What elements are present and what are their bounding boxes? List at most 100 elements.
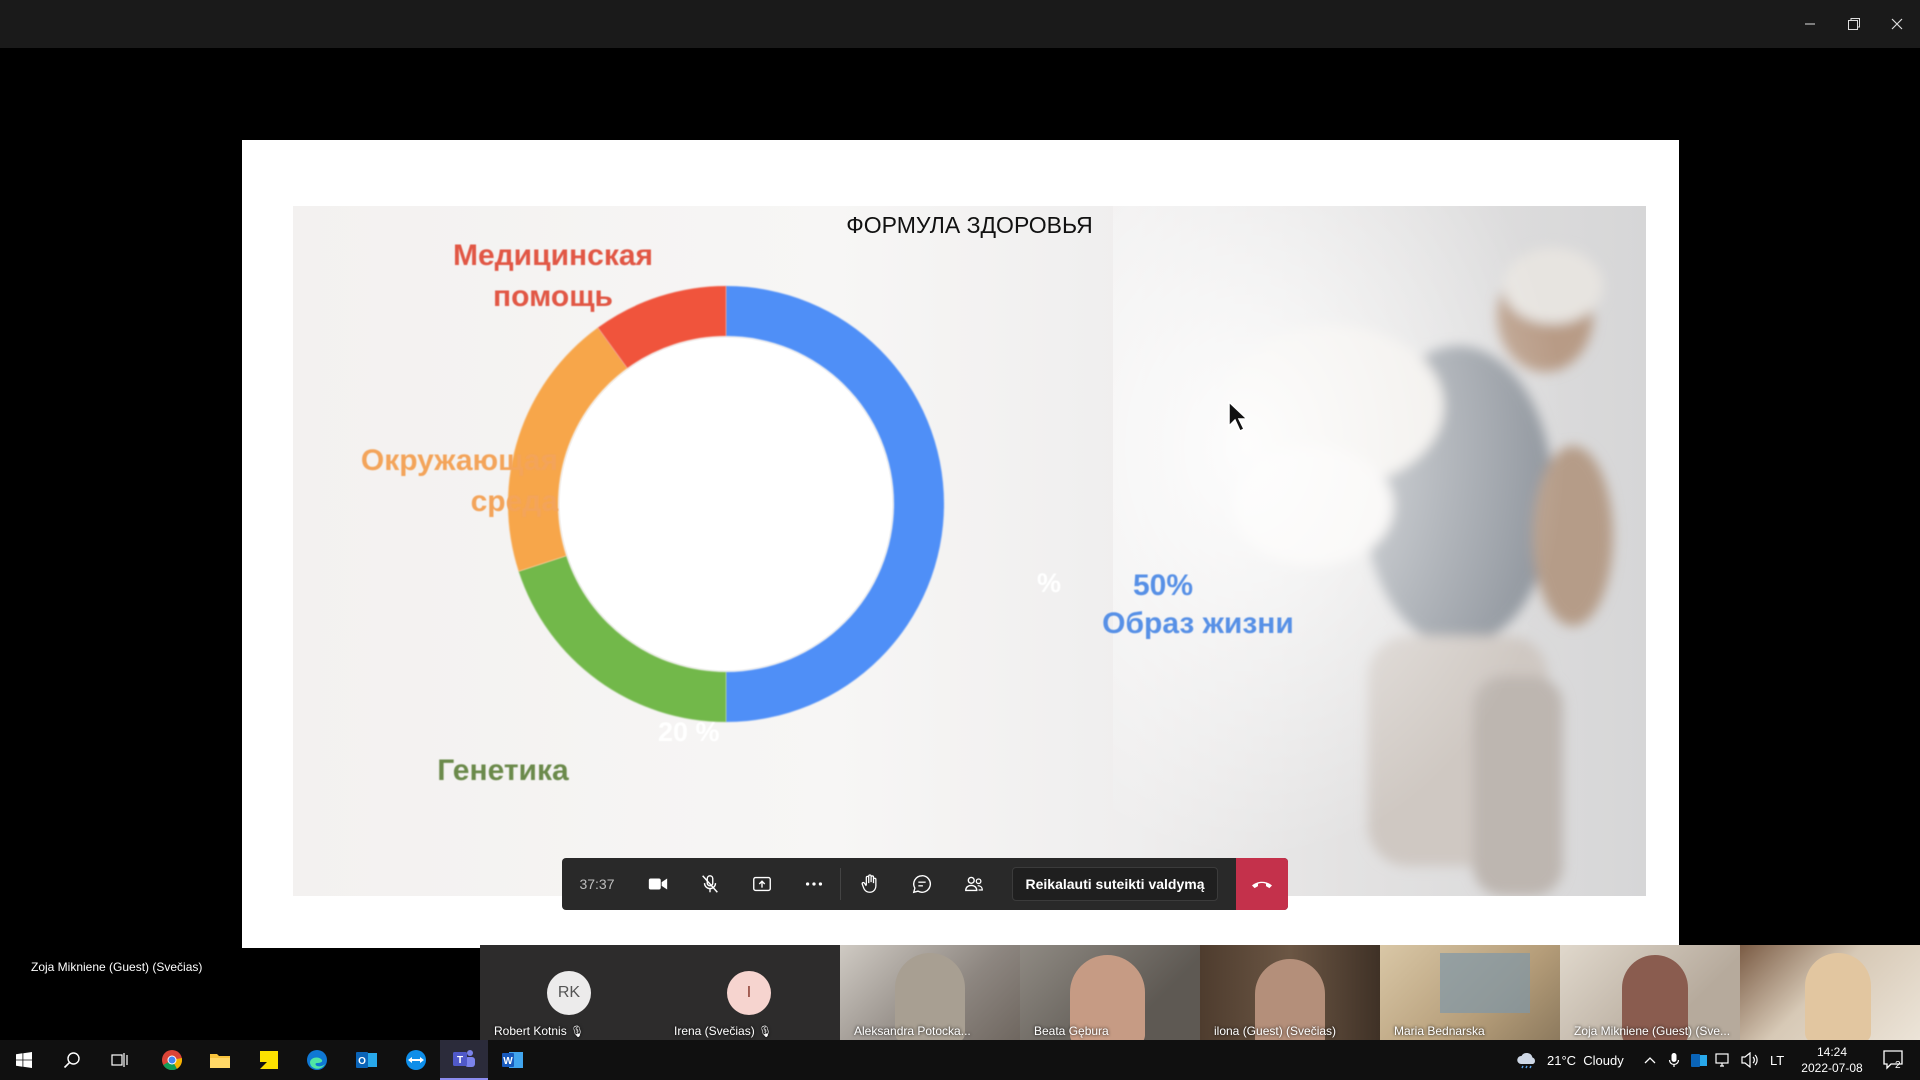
participant-video-tile[interactable]: Maria Bednarska [1380, 945, 1560, 1040]
notification-count: 2 [1895, 1060, 1901, 1071]
slide-title: ФОРМУЛА ЗДОРОВЬЯ [846, 212, 1093, 238]
taskbar-file-explorer[interactable] [196, 1040, 244, 1080]
more-actions-button[interactable] [788, 858, 840, 910]
raise-hand-button[interactable] [844, 858, 896, 910]
presenter-name: Zoja Mikniene (Guest) (Svečias) [31, 960, 203, 974]
ring-label-medical: 10 % [720, 347, 782, 377]
outlook-icon [1691, 1053, 1707, 1067]
folder-icon [210, 1054, 230, 1068]
share-screen-button[interactable] [736, 858, 788, 910]
search-icon [63, 1052, 80, 1069]
health-formula-donut-chart [508, 286, 944, 722]
participant-tile[interactable]: I Irena (Svečias) 🎙︎ [660, 945, 840, 1040]
participant-gallery: RK Robert Kotnis 🎙︎ I Irena (Svečias) 🎙︎… [480, 945, 1920, 1040]
participant-video-tile[interactable]: Aleksandra Potocka... [840, 945, 1020, 1040]
svg-text:W: W [503, 1056, 513, 1067]
network-icon [1715, 1053, 1729, 1067]
participant-name: Zoja Mikniene (Guest) (Sve... [1574, 1024, 1731, 1038]
participant-name: Maria Bednarska [1394, 1024, 1485, 1038]
more-icon [805, 882, 823, 886]
outlook-icon: O [356, 1052, 377, 1068]
mouse-cursor-icon [1228, 401, 1249, 433]
participant-name: Aleksandra Potocka... [854, 1024, 971, 1038]
hang-up-icon [1252, 881, 1272, 889]
microphone-icon [1668, 1053, 1680, 1067]
teams-icon: T [453, 1050, 475, 1067]
participants-button[interactable] [948, 858, 1000, 910]
start-button[interactable] [0, 1040, 48, 1080]
clock-date: 2022-07-08 [1801, 1061, 1863, 1075]
task-view-icon [111, 1053, 128, 1067]
request-control-button[interactable]: Reikalauti suteikti valdymą [1012, 867, 1218, 901]
sticky-notes-icon [260, 1051, 278, 1069]
clock[interactable]: 14:24 2022-07-08 [1801, 1040, 1863, 1080]
microphone-button[interactable] [684, 858, 736, 910]
label-genetics: Генетика [437, 754, 569, 787]
ring-label-genetics: 20 % [658, 717, 720, 747]
chevron-up-icon [1644, 1057, 1656, 1064]
show-hidden-icons-button[interactable] [1644, 1040, 1656, 1080]
participant-video-tile[interactable]: Zoja Mikniene (Guest) (Sve... [1560, 945, 1740, 1040]
taskbar-word[interactable]: W [489, 1040, 537, 1080]
search-button[interactable] [48, 1040, 96, 1080]
close-button[interactable] [1874, 0, 1920, 48]
windows-taskbar: O T W 21°C Cloudy LT 14:24 2022-07-08 2 [0, 1040, 1920, 1080]
avatar: RK [547, 971, 591, 1015]
edge-icon [307, 1050, 327, 1070]
meeting-timer: 37:37 [579, 876, 615, 892]
weather-widget[interactable]: 21°C Cloudy [1515, 1040, 1624, 1080]
network-tray[interactable] [1714, 1040, 1732, 1080]
participant-video-tile[interactable]: Beata Gębura [1020, 945, 1200, 1040]
chat-button[interactable] [896, 858, 948, 910]
chrome-icon [162, 1050, 183, 1071]
taskbar-outlook[interactable]: O [343, 1040, 391, 1080]
meeting-control-bar: 37:37 Reikalauti suteikti valdymą [562, 858, 1288, 910]
restore-icon [1848, 18, 1860, 30]
chat-icon [912, 875, 931, 894]
taskbar-teams[interactable]: T [440, 1040, 488, 1080]
task-view-button[interactable] [96, 1040, 144, 1080]
participant-video [1805, 953, 1871, 1040]
minimize-icon [1805, 23, 1815, 25]
minimize-button[interactable] [1787, 0, 1833, 48]
volume-tray[interactable] [1741, 1040, 1759, 1080]
outlook-tray[interactable] [1691, 1040, 1707, 1080]
word-icon: W [502, 1052, 523, 1068]
camera-button[interactable] [632, 858, 684, 910]
label-medical: Медицинская помощь [452, 239, 654, 313]
teamviewer-icon [406, 1050, 426, 1070]
microphone-muted-icon: 🎙︎ [570, 1026, 585, 1038]
taskbar-chrome[interactable] [148, 1040, 196, 1080]
participant-name: ilona (Guest) (Svečias) [1214, 1024, 1337, 1038]
input-language[interactable]: LT [1770, 1040, 1784, 1080]
shared-slide: ФОРМУЛА ЗДОРОВЬЯ Медицинская помощь Окру… [242, 140, 1679, 948]
taskbar-edge[interactable] [293, 1040, 341, 1080]
cloud-rain-icon [1517, 1053, 1535, 1069]
microphone-tray[interactable] [1668, 1040, 1680, 1080]
slide-image: ФОРМУЛА ЗДОРОВЬЯ Медицинская помощь Окру… [293, 206, 1646, 896]
microphone-muted-icon [702, 875, 718, 893]
svg-text:T: T [457, 1055, 463, 1066]
participant-tile[interactable]: RK Robert Kotnis 🎙︎ [480, 945, 660, 1040]
participant-name: Irena (Svečias) 🎙︎ [674, 1024, 773, 1038]
restore-button[interactable] [1831, 0, 1877, 48]
avatar: I [727, 971, 771, 1015]
share-screen-icon [753, 876, 771, 892]
weather-text: 21°C Cloudy [1547, 1052, 1624, 1068]
participant-video-tile[interactable]: ilona (Guest) (Svečias) [1200, 945, 1380, 1040]
taskbar-sticky-notes[interactable] [245, 1040, 293, 1080]
taskbar-teamviewer[interactable] [392, 1040, 440, 1080]
label-lifestyle: Образ жизни [1102, 607, 1294, 640]
clock-time: 14:24 [1816, 1045, 1848, 1059]
leave-call-button[interactable] [1236, 858, 1288, 910]
couple-photo [1113, 206, 1646, 896]
notification-center-button[interactable]: 2 [1874, 1040, 1914, 1080]
shared-screen-stage: ФОРМУЛА ЗДОРОВЬЯ Медицинская помощь Окру… [0, 48, 1920, 974]
microphone-muted-icon: 🎙︎ [758, 1026, 773, 1038]
control-divider [840, 868, 841, 900]
close-icon [1891, 18, 1903, 30]
raise-hand-icon [861, 874, 877, 893]
ring-label-lifestyle: % [1037, 568, 1062, 598]
label-environment: Окружающая среда [360, 444, 558, 518]
participant-video-tile[interactable] [1740, 945, 1920, 1040]
